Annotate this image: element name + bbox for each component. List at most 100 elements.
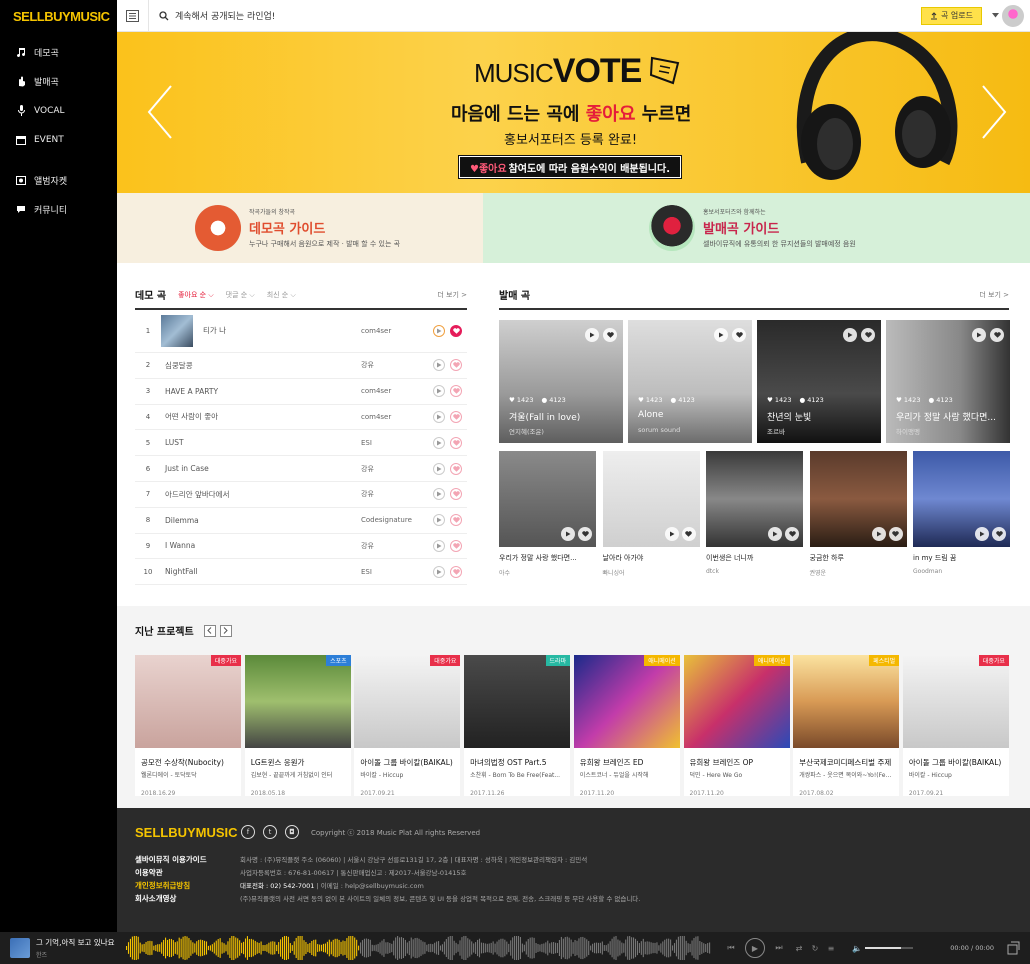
play-icon[interactable] xyxy=(585,328,599,342)
sidebar-item-community[interactable]: 커뮤니티 xyxy=(0,195,117,224)
footer-link-guide[interactable]: 셀바이뮤직 이용가이드 xyxy=(135,854,207,867)
heart-icon[interactable] xyxy=(450,514,462,527)
heart-icon[interactable] xyxy=(992,527,1006,541)
heart-icon[interactable] xyxy=(732,328,746,342)
demo-title[interactable]: 티가 나 xyxy=(199,325,361,336)
demo-title[interactable]: 심쿵달콩 xyxy=(161,360,361,371)
queue-icon[interactable] xyxy=(1006,941,1020,955)
heart-icon[interactable] xyxy=(450,324,462,337)
demo-list-item[interactable]: 1 티가 나 com4ser xyxy=(135,309,467,353)
heart-icon[interactable] xyxy=(450,385,462,398)
past-project-card[interactable]: 애니메이션 유희왕 브레인즈 OP 덕민 - Here We Go 2017.11.2… xyxy=(683,655,790,797)
footer-link-terms[interactable]: 이용약관 xyxy=(135,867,207,880)
chevron-down-icon[interactable] xyxy=(992,13,999,18)
demo-artist[interactable]: com4ser xyxy=(361,327,433,335)
footer-link-privacy[interactable]: 개인정보취급방침 xyxy=(135,880,207,893)
demo-list-item[interactable]: 7 아드리안 앞바다에서 강유 xyxy=(135,482,467,508)
release-small-card[interactable]: in my 드림 꿈 Goodman xyxy=(913,451,1010,575)
demo-title[interactable]: NightFall xyxy=(161,567,361,576)
playlist-icon[interactable]: ≡ xyxy=(823,940,839,956)
demo-artist[interactable]: 강유 xyxy=(361,541,433,551)
waveform-seekbar[interactable] xyxy=(126,936,711,960)
demo-title[interactable]: I Wanna xyxy=(161,541,361,550)
play-icon[interactable] xyxy=(433,436,445,449)
demo-artist[interactable]: ESI xyxy=(361,568,433,576)
sort-likes[interactable]: 좋아요 순 ⌵ xyxy=(178,290,214,300)
heart-icon[interactable] xyxy=(450,565,462,578)
play-icon[interactable] xyxy=(843,328,857,342)
demo-list-item[interactable]: 5 LUST ESI xyxy=(135,430,467,457)
volume-icon[interactable]: 🔈 xyxy=(849,940,865,956)
demo-list-item[interactable]: 3 HAVE A PARTY com4ser xyxy=(135,379,467,405)
sidebar-item-vocal[interactable]: VOCAL xyxy=(0,96,117,125)
past-project-card[interactable]: 대중가요 공모전 수상작(Nubocity) 웰론디에이 - 토닥토닥 2018.16… xyxy=(135,655,241,797)
demo-artist[interactable]: 강유 xyxy=(361,489,433,499)
release-small-card[interactable]: 우리가 정말 사랑 했다면... 아수 xyxy=(499,451,596,577)
play-icon[interactable] xyxy=(433,565,445,578)
past-project-card[interactable]: 대중가요 아이돌 그룹 바이칼(BAIKAL) 바이칼 - Hiccup 2017.0… xyxy=(902,655,1009,797)
past-project-card[interactable]: 대중가요 아이돌 그룹 바이칼(BAIKAL) 바이칼 - Hiccup 2017.0… xyxy=(354,655,461,797)
banner-next-arrow[interactable] xyxy=(979,82,1009,142)
search-icon[interactable] xyxy=(159,10,169,21)
heart-icon[interactable] xyxy=(681,527,696,541)
prev-track-button[interactable]: ⏮ xyxy=(723,940,739,956)
heart-icon[interactable] xyxy=(888,527,903,541)
menu-button[interactable] xyxy=(117,0,149,32)
release-featured-card[interactable]: ♥ 1423 ● 4123 우리가 정말 사랑 했다면... 하이맹멩 xyxy=(886,320,1010,443)
play-icon[interactable] xyxy=(433,462,445,475)
play-icon[interactable] xyxy=(433,410,445,423)
search-input[interactable] xyxy=(175,10,575,21)
release-featured-card[interactable]: ♥ 1423 ● 4123 Alone sorum sound xyxy=(628,320,752,443)
heart-icon[interactable] xyxy=(603,328,617,342)
release-guide-banner[interactable]: 홍보서포터즈와 함께하는 발매곡 가이드 셀바이뮤직에 유통의뢰 한 뮤지션들의… xyxy=(483,193,1030,263)
banner-prev-arrow[interactable] xyxy=(145,82,175,142)
upload-song-button[interactable]: 곡 업로드 xyxy=(921,6,982,25)
past-next-button[interactable] xyxy=(219,624,232,637)
demo-list-item[interactable]: 10 NightFall ESI xyxy=(135,559,467,586)
play-icon[interactable] xyxy=(975,527,989,541)
play-icon[interactable] xyxy=(664,527,679,541)
next-track-button[interactable]: ⏭ xyxy=(771,940,787,956)
heart-icon[interactable] xyxy=(990,328,1004,342)
heart-icon[interactable] xyxy=(450,539,462,552)
demo-title[interactable]: 어떤 사람이 좋아 xyxy=(161,411,361,422)
demo-artist[interactable]: com4ser xyxy=(361,413,433,421)
past-project-card[interactable]: 드라마 마녀의법정 OST Part.5 소찬휘 - Born To Be Free… xyxy=(464,655,571,797)
release-small-card[interactable]: 날아라 아가야 빠니싱어 xyxy=(602,451,700,577)
play-icon[interactable] xyxy=(433,539,445,552)
demo-guide-banner[interactable]: 작곡가들의 창작곡 데모곡 가이드 누구나 구매해서 음원으로 제작 · 발매 … xyxy=(117,193,483,263)
play-icon[interactable] xyxy=(768,527,782,541)
demo-list-item[interactable]: 8 Dilemma Codesignature xyxy=(135,508,467,534)
demo-artist[interactable]: 강유 xyxy=(361,360,433,370)
heart-icon[interactable] xyxy=(450,462,462,475)
twitter-icon[interactable]: t xyxy=(263,825,277,839)
sort-comments[interactable]: 댓글 순 ⌵ xyxy=(226,290,255,300)
play-icon[interactable] xyxy=(871,527,886,541)
facebook-icon[interactable]: f xyxy=(241,825,255,839)
play-icon[interactable] xyxy=(433,324,445,337)
demo-title[interactable]: Dilemma xyxy=(161,516,361,525)
demo-list-item[interactable]: 2 심쿵달콩 강유 xyxy=(135,353,467,379)
volume-slider[interactable] xyxy=(865,947,913,949)
play-icon[interactable] xyxy=(714,328,728,342)
past-prev-button[interactable] xyxy=(203,624,216,637)
demo-title[interactable]: LUST xyxy=(161,438,361,447)
sidebar-item-album-jacket[interactable]: 앨범자켓 xyxy=(0,166,117,195)
demo-artist[interactable]: Codesignature xyxy=(361,516,433,524)
heart-icon[interactable] xyxy=(578,527,592,541)
demo-title[interactable]: Just in Case xyxy=(161,464,361,473)
demo-artist[interactable]: com4ser xyxy=(361,387,433,395)
release-more-link[interactable]: 더 보기 > xyxy=(979,290,1009,300)
demo-title[interactable]: 아드리안 앞바다에서 xyxy=(161,489,361,500)
sidebar-item-demo[interactable]: 데모곡 xyxy=(0,38,117,67)
play-icon[interactable] xyxy=(433,488,445,501)
play-icon[interactable] xyxy=(433,359,445,372)
play-icon[interactable] xyxy=(972,328,986,342)
brand-logo[interactable]: SELLBUYMUSIC xyxy=(0,0,117,32)
heart-icon[interactable] xyxy=(450,488,462,501)
user-avatar[interactable] xyxy=(1002,4,1024,27)
instagram-icon[interactable]: ◘ xyxy=(285,825,299,839)
release-featured-card[interactable]: ♥ 1423 ● 4123 겨울(Fall in love) 연지혜(조윤) xyxy=(499,320,623,443)
past-project-card[interactable]: 애니메이션 유희왕 브레인즈 ED 이스트코너 - 듀얼을 시작해 2017.11.2… xyxy=(573,655,680,797)
play-button[interactable]: ▶ xyxy=(745,938,765,958)
